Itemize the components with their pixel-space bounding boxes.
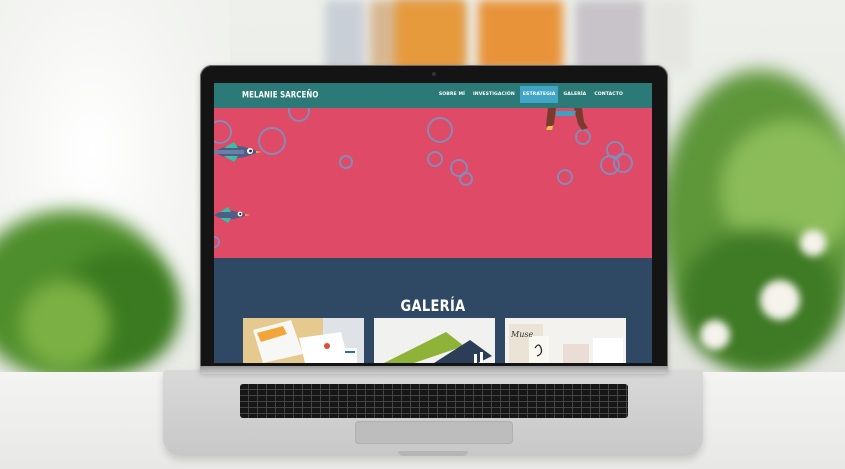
site-brand[interactable]: MELANIE SARCEÑO bbox=[242, 90, 318, 100]
bookshelf bbox=[650, 0, 690, 70]
gallery-title: GALERÍA bbox=[400, 298, 466, 316]
fish-illustration bbox=[214, 207, 250, 223]
nav-link-investigacion[interactable]: INVESTIGACIÓN bbox=[470, 86, 518, 103]
bookshelf bbox=[395, 0, 465, 70]
gallery-thumbnail[interactable] bbox=[374, 318, 495, 363]
fish-illustration bbox=[214, 142, 262, 162]
laptop-hinge bbox=[200, 366, 668, 374]
bubble-decoration bbox=[258, 127, 286, 155]
gallery-thumbnail[interactable] bbox=[243, 318, 364, 363]
bubble-decoration bbox=[427, 151, 443, 167]
gallery-section: GALERÍA Muse bbox=[214, 258, 652, 363]
bubble-decoration bbox=[613, 153, 633, 173]
flower bbox=[760, 280, 800, 320]
laptop-screen: MELANIE SARCEÑO SOBRE MÍ INVESTIGACIÓN E… bbox=[214, 83, 652, 363]
webcam-icon bbox=[432, 72, 436, 76]
bookshelf bbox=[325, 0, 365, 70]
gallery-thumbnail[interactable]: Muse bbox=[505, 318, 626, 363]
nav-link-galeria[interactable]: GALERÍA bbox=[560, 86, 589, 103]
bookshelf bbox=[478, 0, 563, 70]
nav-link-estrategia[interactable]: ESTRATEGIA bbox=[519, 86, 559, 103]
bubble-decoration bbox=[427, 117, 453, 143]
laptop-keyboard bbox=[240, 384, 628, 418]
calligraphy-image bbox=[505, 318, 626, 363]
site-navbar: MELANIE SARCEÑO SOBRE MÍ INVESTIGACIÓN E… bbox=[214, 83, 652, 108]
laptop-notch bbox=[398, 451, 468, 456]
laptop-trackpad bbox=[355, 421, 513, 444]
nav-link-contacto[interactable]: CONTACTO bbox=[591, 86, 626, 103]
bookshelf bbox=[575, 0, 645, 70]
bubble-decoration bbox=[288, 108, 310, 122]
flower bbox=[800, 230, 826, 256]
hero-banner bbox=[214, 108, 652, 258]
bubble-decoration bbox=[339, 155, 353, 169]
bubble-decoration bbox=[459, 172, 473, 186]
site-menu: SOBRE MÍ INVESTIGACIÓN ESTRATEGIA GALERÍ… bbox=[436, 86, 626, 103]
flower bbox=[700, 320, 730, 350]
legs-illustration bbox=[546, 108, 588, 130]
bubble-decoration bbox=[214, 236, 220, 248]
stationery-image bbox=[243, 318, 364, 363]
bubble-decoration bbox=[557, 169, 573, 185]
plant-left bbox=[20, 280, 110, 370]
nav-link-sobre-mi[interactable]: SOBRE MÍ bbox=[436, 86, 468, 103]
folder-image bbox=[374, 318, 495, 363]
thumbnail-caption: Muse bbox=[511, 330, 534, 339]
